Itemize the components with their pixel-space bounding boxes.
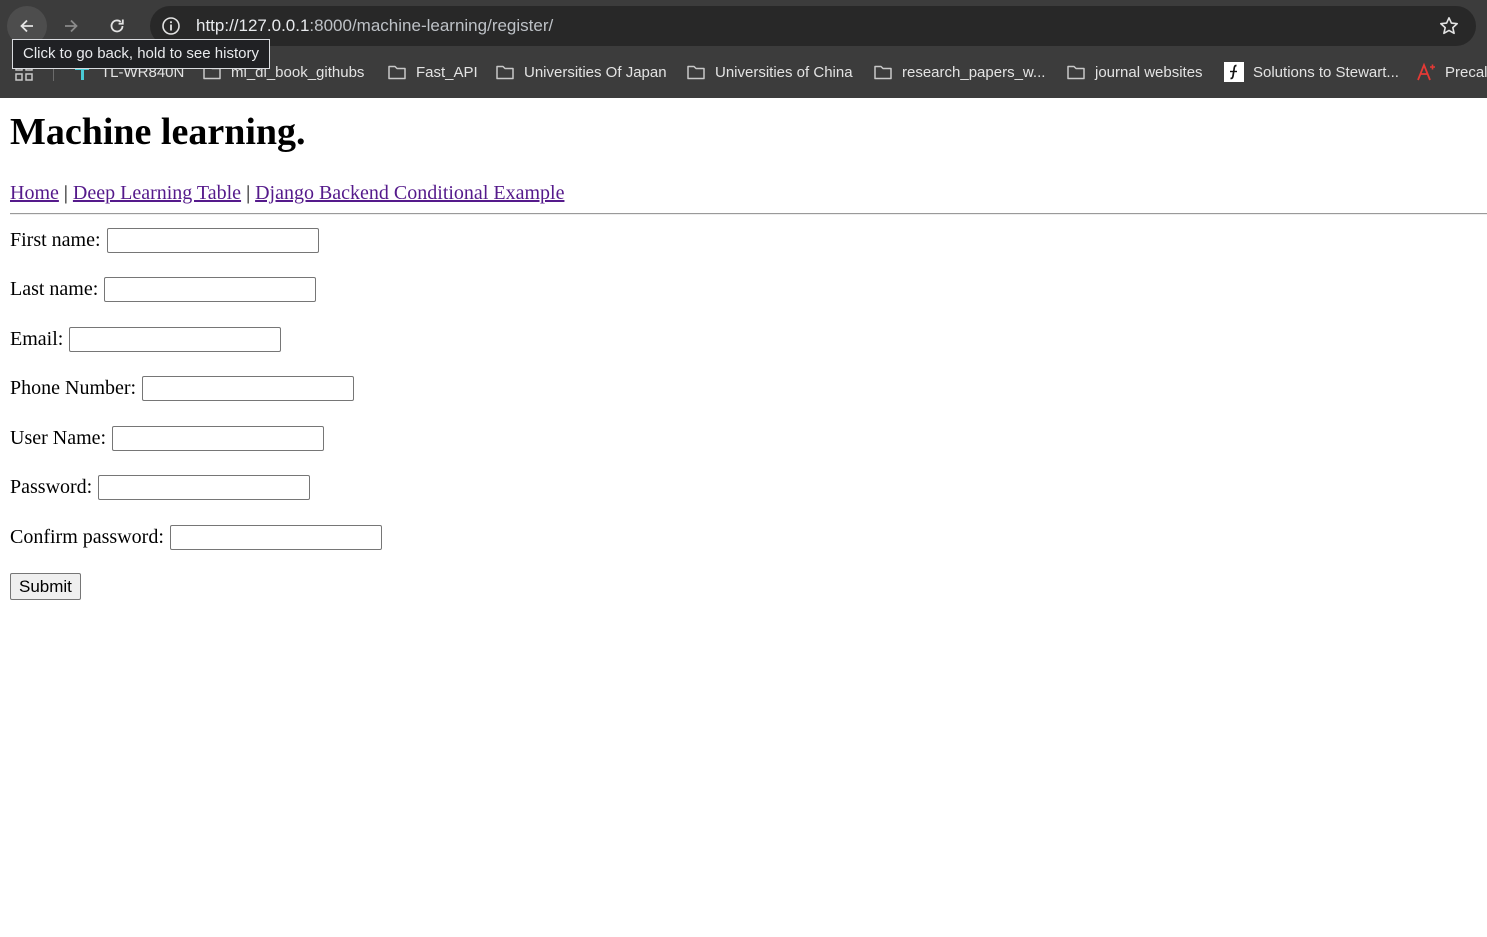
last-name-input[interactable] [104, 276, 317, 302]
username-label: User Name: [10, 427, 107, 449]
email-label: Email: [10, 328, 64, 350]
back-button-tooltip: Click to go back, hold to see history [12, 39, 270, 69]
folder-icon [874, 65, 892, 80]
password-label: Password: [10, 476, 93, 498]
browser-chrome: http://127.0.0.1:8000/machine-learning/r… [0, 0, 1487, 98]
folder-icon [687, 65, 705, 80]
nav-links: Home | Deep Learning Table | Django Back… [10, 181, 564, 205]
bookmark-solutions-to-stewart[interactable]: Solutions to Stewart... [1224, 55, 1399, 89]
first-name-input[interactable] [106, 227, 319, 253]
reload-icon [110, 19, 124, 33]
bookmark-label: journal websites [1095, 63, 1203, 81]
first-name-label: First name: [10, 229, 101, 251]
arrow-left-icon [20, 19, 33, 33]
bookmark-universities-of-china[interactable]: Universities of China [686, 55, 853, 89]
submit-button[interactable]: Submit [10, 573, 81, 600]
confirm-password-input[interactable] [169, 524, 382, 550]
bookmark-universities-of-japan[interactable]: Universities Of Japan [495, 55, 667, 89]
email-input[interactable] [69, 326, 282, 352]
deep-learning-table-link[interactable]: Deep Learning Table [73, 182, 241, 204]
nav-separator: | [241, 182, 256, 204]
last-name-row: Last name: [10, 276, 317, 302]
url-text: http://127.0.0.1:8000/machine-learning/r… [196, 15, 553, 37]
arrow-right-icon [65, 19, 78, 33]
folder-icon [388, 65, 406, 80]
folder-icon [1067, 65, 1085, 80]
confirm-password-label: Confirm password: [10, 526, 164, 548]
first-name-row: First name: [10, 227, 319, 253]
bookmark-precalc[interactable]: Precalc [1416, 55, 1487, 89]
url-host: http://127.0.0.1 [196, 16, 310, 35]
email-row: Email: [10, 326, 282, 352]
horizontal-rule [10, 213, 1487, 215]
url-path: :8000/machine-learning/register/ [309, 16, 554, 35]
bookmark-journal-websites[interactable]: journal websites [1066, 55, 1203, 89]
bookmark-label: Universities of China [715, 63, 853, 81]
phone-label: Phone Number: [10, 377, 137, 399]
confirm-password-row: Confirm password: [10, 524, 382, 550]
bookmark-label: Universities Of Japan [524, 63, 667, 81]
info-icon[interactable] [160, 15, 182, 37]
bookmark-label: Fast_API [416, 63, 478, 81]
password-row: Password: [10, 474, 311, 500]
nav-separator: | [58, 182, 73, 204]
calculus-icon [1417, 62, 1435, 81]
phone-row: Phone Number: [10, 375, 355, 401]
integral-icon [1224, 62, 1244, 82]
bookmark-label: research_papers_w... [902, 63, 1046, 81]
star-icon[interactable] [1438, 15, 1460, 37]
bookmark-research-papers[interactable]: research_papers_w... [873, 55, 1045, 89]
django-backend-example-link[interactable]: Django Backend Conditional Example [255, 182, 564, 204]
folder-icon [496, 65, 514, 80]
page-title: Machine learning. [10, 111, 306, 153]
username-input[interactable] [112, 425, 325, 451]
bookmark-fast-api[interactable]: Fast_API [387, 55, 478, 89]
username-row: User Name: [10, 425, 325, 451]
bookmark-label: Precalc [1445, 63, 1487, 81]
phone-input[interactable] [142, 375, 355, 401]
bookmark-label: Solutions to Stewart... [1253, 63, 1399, 81]
address-bar[interactable]: http://127.0.0.1:8000/machine-learning/r… [150, 6, 1476, 46]
password-input[interactable] [98, 474, 311, 500]
home-link[interactable]: Home [10, 182, 59, 204]
last-name-label: Last name: [10, 278, 99, 300]
